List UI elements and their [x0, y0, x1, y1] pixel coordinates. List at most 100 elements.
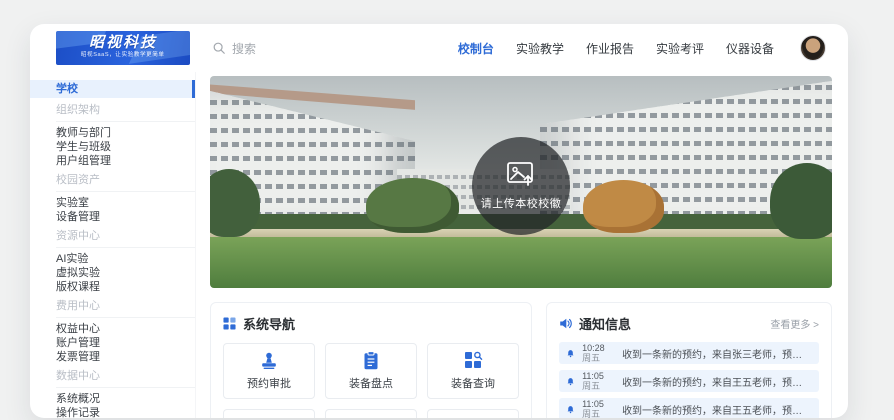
user-avatar[interactable] [800, 35, 826, 61]
view-more-link[interactable]: 查看更多 > [770, 316, 819, 331]
notification-text: 收到一条新的预约，来自王五老师，预约单号为：Y-0056，请尽快处理。 [622, 374, 811, 389]
speaker-icon [559, 317, 572, 330]
sidebar-item-label: 账户管理 [56, 337, 100, 349]
sidebar-item[interactable]: 用户组管理 [30, 154, 195, 168]
sidebar-item-label: 学生与班级 [56, 141, 111, 153]
app-window: 昭视科技 昭视SaaS，让实验教学更简单 搜索 校制台 实验教学 作业报告 实验… [30, 24, 848, 418]
grid-search-icon [464, 351, 483, 370]
sidebar-item-label: 费用中心 [56, 300, 100, 312]
sidebar-item[interactable]: 组织架构 [56, 103, 195, 122]
search-input[interactable]: 搜索 [212, 40, 256, 57]
top-nav-tab[interactable]: 仪器设备 [726, 40, 774, 57]
sidebar-item[interactable]: 费用中心 [56, 299, 195, 318]
notification-time: 11:05 周五 [582, 371, 614, 391]
search-icon [212, 41, 226, 55]
sidebar-item[interactable]: 教师与部门 [30, 126, 195, 140]
top-nav-tab-label: 校制台 [458, 42, 494, 56]
sidebar-item-label: 虚拟实验 [56, 267, 100, 279]
top-nav-tab[interactable]: 作业报告 [586, 40, 634, 57]
sidebar-item-label: 系统概况 [56, 393, 100, 405]
sidebar-item[interactable]: AI实验 [30, 252, 195, 266]
upload-image-icon [506, 161, 536, 188]
sidebar-item[interactable]: 账户管理 [30, 336, 195, 350]
top-nav-tab-label: 作业报告 [586, 42, 634, 56]
nav-card-partial[interactable] [325, 409, 417, 418]
top-nav-tab-label: 仪器设备 [726, 42, 774, 56]
sidebar-item[interactable]: 操作记录 [30, 406, 195, 418]
notification-row[interactable]: 11:05 周五 收到一条新的预约，来自王五老师，预约单号为：Y-0056，请尽… [559, 370, 819, 392]
sidebar-item[interactable]: 数据中心 [56, 369, 195, 388]
top-nav-tab[interactable]: 实验教学 [516, 40, 564, 57]
nav-card-partial[interactable] [223, 409, 315, 418]
bell-icon [567, 403, 574, 416]
sidebar-item-label: 版权课程 [56, 281, 100, 293]
sidebar-item-label: 数据中心 [56, 370, 100, 382]
sidebar-item[interactable]: 学校 [30, 80, 195, 98]
sidebar-item-label: 教师与部门 [56, 127, 111, 139]
nav-card-approval[interactable]: 预约审批 [223, 343, 315, 399]
sidebar-item[interactable]: 版权课程 [30, 280, 195, 294]
top-nav-tab[interactable]: 校制台 [458, 40, 494, 57]
notification-day: 周五 [582, 381, 614, 391]
sidebar-item-label: 资源中心 [56, 230, 100, 242]
nav-card-query[interactable]: 装备查询 [427, 343, 519, 399]
system-nav-panel: 系统导航 预约审批 [210, 302, 532, 418]
brand-subtitle: 昭视SaaS，让实验教学更简单 [81, 52, 165, 58]
app-body: 学校 组织架构 教师与部门 学生与班级 用户组管理 校园资产 实验室 设备管理 … [30, 72, 848, 418]
sidebar-item[interactable]: 资源中心 [56, 229, 195, 248]
top-nav-tabs: 校制台 实验教学 作业报告 实验考评 仪器设备 [458, 40, 774, 57]
notification-list: 10:28 周五 收到一条新的预约，来自张三老师，预约单号为：Y-0044，请尽… [559, 342, 819, 418]
sidebar-item[interactable]: 校园资产 [56, 173, 195, 192]
sidebar-item-label: 用户组管理 [56, 155, 111, 167]
brand-title: 昭视科技 [89, 35, 157, 51]
notification-time: 10:28 周五 [582, 343, 614, 363]
top-nav-tab-label: 实验考评 [656, 42, 704, 56]
sidebar-item-label: 校园资产 [56, 174, 100, 186]
notification-row[interactable]: 10:28 周五 收到一条新的预约，来自张三老师，预约单号为：Y-0044，请尽… [559, 342, 819, 364]
sidebar-item[interactable]: 设备管理 [30, 210, 195, 224]
nav-card-partial[interactable] [427, 409, 519, 418]
bell-icon [567, 375, 574, 388]
upload-school-badge-button[interactable]: 请上传本校校徽 [472, 137, 570, 235]
sidebar-item-label: 权益中心 [56, 323, 100, 335]
sidebar: 学校 组织架构 教师与部门 学生与班级 用户组管理 校园资产 实验室 设备管理 … [30, 72, 196, 418]
notification-row[interactable]: 11:05 周五 收到一条新的预约，来自王五老师，预约单号为：Y-0056，请尽… [559, 398, 819, 418]
topbar: 昭视科技 昭视SaaS，让实验教学更简单 搜索 校制台 实验教学 作业报告 实验… [30, 24, 848, 72]
stamp-icon [259, 352, 279, 370]
sidebar-item-label: AI实验 [56, 253, 88, 265]
notification-clock: 10:28 [582, 343, 614, 353]
notifications-title: 通知信息 [579, 314, 631, 333]
system-nav-cards: 预约审批 装备盘点 [223, 343, 519, 418]
notification-clock: 11:05 [582, 371, 614, 381]
sidebar-item[interactable]: 实验室 [30, 196, 195, 210]
system-nav-header: 系统导航 [223, 313, 519, 333]
lawn [210, 237, 832, 288]
tree [770, 163, 832, 239]
nav-card-label: 预约审批 [247, 375, 291, 391]
search-placeholder: 搜索 [232, 40, 256, 57]
sidebar-item[interactable]: 学生与班级 [30, 140, 195, 154]
notification-day: 周五 [582, 409, 614, 418]
notification-text: 收到一条新的预约，来自张三老师，预约单号为：Y-0044，请尽快处理。 [622, 346, 811, 361]
notifications-panel: 通知信息 查看更多 > 10:28 [546, 302, 832, 418]
sidebar-item-label: 发票管理 [56, 351, 100, 363]
sidebar-item[interactable]: 系统概况 [30, 392, 195, 406]
notification-text: 收到一条新的预约，来自王五老师，预约单号为：Y-0056，请尽快处理。 [622, 402, 811, 417]
bottom-panels: 系统导航 预约审批 [210, 302, 832, 418]
top-nav-tab-label: 实验教学 [516, 42, 564, 56]
sidebar-item[interactable]: 发票管理 [30, 350, 195, 364]
sidebar-item-label: 设备管理 [56, 211, 100, 223]
nav-card-label: 装备查询 [451, 375, 495, 391]
system-nav-title: 系统导航 [243, 314, 295, 333]
brand-logo[interactable]: 昭视科技 昭视SaaS，让实验教学更简单 [56, 31, 190, 65]
sidebar-item[interactable]: 虚拟实验 [30, 266, 195, 280]
sidebar-item-label: 实验室 [56, 197, 89, 209]
notifications-header: 通知信息 查看更多 > [559, 313, 819, 333]
sidebar-item-label: 学校 [56, 83, 78, 95]
tree [366, 178, 459, 233]
top-nav-tab[interactable]: 实验考评 [656, 40, 704, 57]
nav-card-inventory[interactable]: 装备盘点 [325, 343, 417, 399]
main-content: 请上传本校校徽 系统导航 [196, 72, 848, 418]
sidebar-item[interactable]: 权益中心 [30, 322, 195, 336]
sidebar-item-label: 操作记录 [56, 407, 100, 418]
